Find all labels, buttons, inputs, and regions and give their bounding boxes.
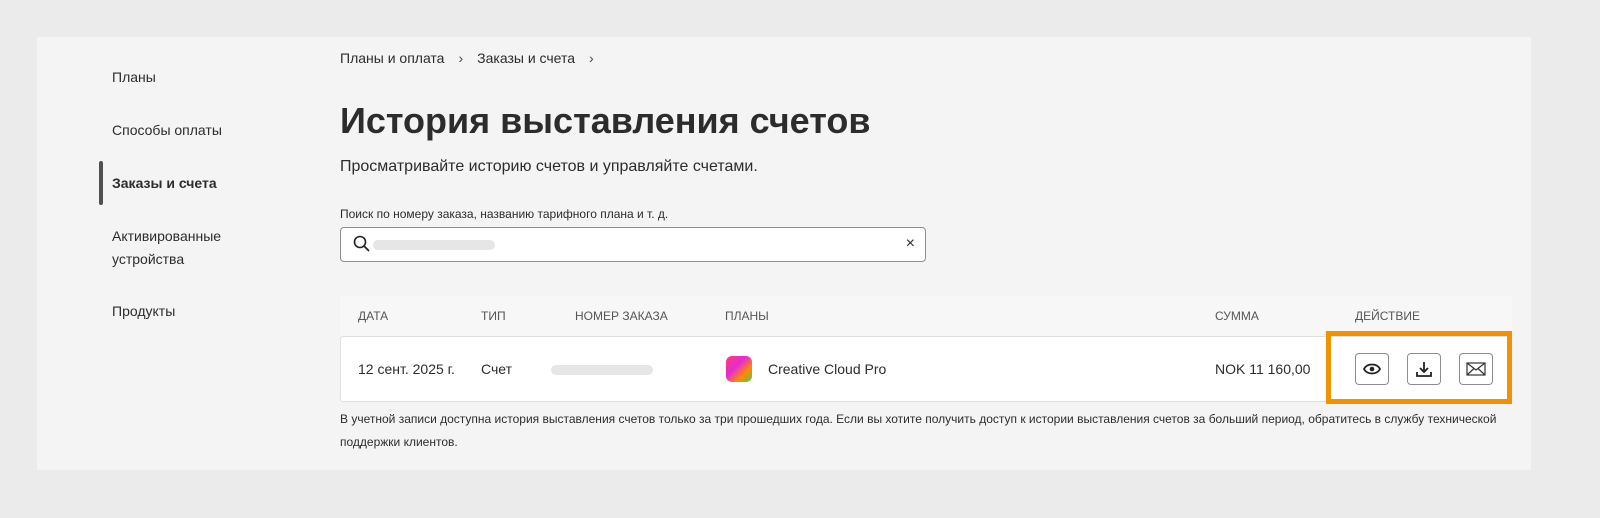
sidebar-item-orders-invoices[interactable]: Заказы и счета xyxy=(112,172,272,195)
header-date: ДАТА xyxy=(358,309,389,323)
creative-cloud-icon xyxy=(726,356,752,382)
header-type: ТИП xyxy=(481,309,506,323)
row-date: 12 сент. 2025 г. xyxy=(358,361,455,377)
search-value-redacted xyxy=(373,240,495,250)
breadcrumb-orders[interactable]: Заказы и счета xyxy=(477,50,575,66)
row-amount: NOK 11 160,00 xyxy=(1215,361,1311,377)
billing-panel: Планы Способы оплаты Заказы и счета Акти… xyxy=(37,37,1531,470)
row-plan: Creative Cloud Pro xyxy=(768,361,887,377)
search-input[interactable]: × xyxy=(340,227,926,262)
header-action: ДЕЙСТВИЕ xyxy=(1355,309,1420,323)
breadcrumb-plans-billing[interactable]: Планы и оплата xyxy=(340,50,444,66)
page-title: История выставления счетов xyxy=(340,100,871,141)
clear-search-icon[interactable]: × xyxy=(906,235,915,253)
order-number-redacted xyxy=(551,365,653,375)
chevron-right-icon: › xyxy=(458,50,464,66)
sidebar-item-payment-methods[interactable]: Способы оплаты xyxy=(112,119,272,142)
history-note: В учетной записи доступна история выстав… xyxy=(340,412,1497,449)
sidebar-item-plans[interactable]: Планы xyxy=(112,66,272,89)
header-plans: ПЛАНЫ xyxy=(725,309,769,323)
search-icon xyxy=(353,235,371,258)
page-subtitle: Просматривайте историю счетов и управляй… xyxy=(340,158,758,175)
sidebar-item-activated-devices[interactable]: Активированные устройства xyxy=(112,225,242,271)
row-type: Счет xyxy=(481,361,512,377)
actions-highlight xyxy=(1326,331,1512,404)
table-header: ДАТА ТИП НОМЕР ЗАКАЗА ПЛАНЫ СУММА ДЕЙСТВ… xyxy=(340,296,1512,336)
chevron-right-icon: › xyxy=(589,50,594,66)
header-order-number: НОМЕР ЗАКАЗА xyxy=(575,309,668,323)
sidebar-item-products[interactable]: Продукты xyxy=(112,300,272,323)
active-indicator xyxy=(99,161,103,205)
breadcrumb: Планы и оплата › Заказы и счета › xyxy=(340,50,594,66)
search-label: Поиск по номеру заказа, названию тарифно… xyxy=(340,207,669,221)
header-amount: СУММА xyxy=(1215,309,1259,323)
